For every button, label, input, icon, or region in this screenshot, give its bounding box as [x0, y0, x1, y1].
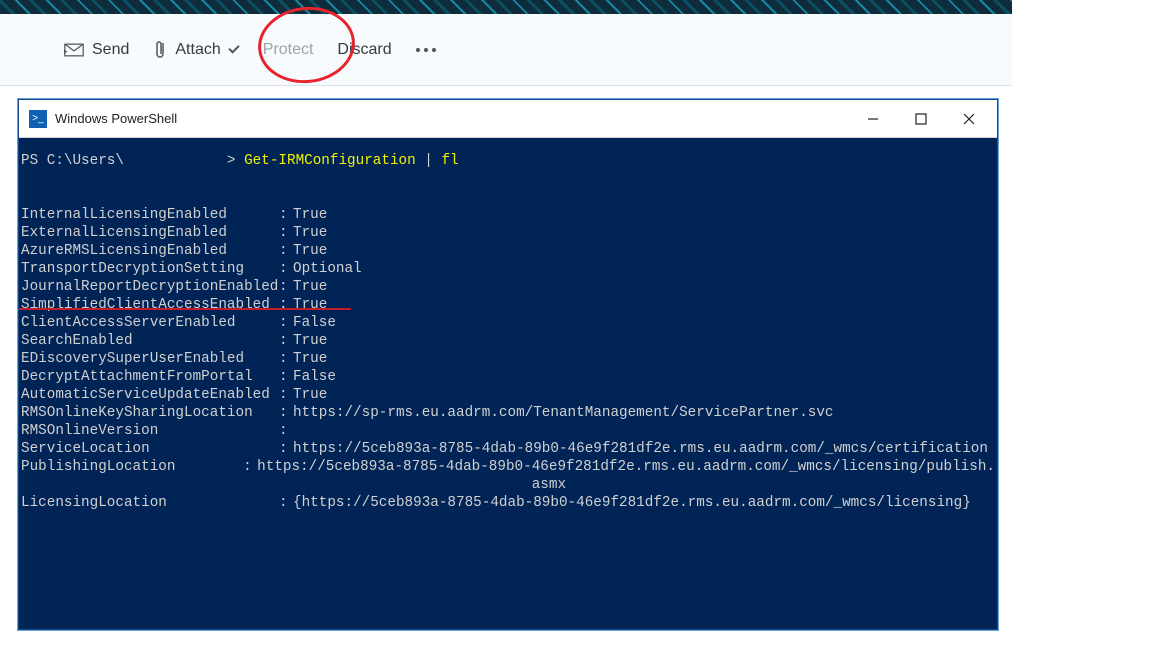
more-actions-button[interactable]	[416, 48, 436, 52]
output-key: ClientAccessServerEnabled	[21, 314, 279, 332]
output-value: True	[293, 332, 327, 350]
output-key: DecryptAttachmentFromPortal	[21, 368, 279, 386]
output-row: ExternalLicensingEnabled: True	[21, 224, 995, 242]
output-key: SearchEnabled	[21, 332, 279, 350]
send-label: Send	[92, 41, 129, 59]
output-key: SimplifiedClientAccessEnabled	[21, 296, 279, 314]
circuit-header-decoration	[0, 0, 1012, 14]
maximize-button[interactable]	[897, 100, 945, 138]
discard-button[interactable]: Discard	[337, 41, 391, 59]
output-row: TransportDecryptionSetting: Optional	[21, 260, 995, 278]
window-title: Windows PowerShell	[55, 111, 177, 126]
minimize-icon	[867, 113, 879, 125]
powershell-window: >_ Windows PowerShell PS C:\Users\ > Get…	[18, 99, 998, 630]
output-key: ServiceLocation	[21, 440, 279, 458]
output-row: AzureRMSLicensingEnabled: True	[21, 242, 995, 260]
output-key: EDiscoverySuperUserEnabled	[21, 350, 279, 368]
output-key: RMSOnlineKeySharingLocation	[21, 404, 279, 422]
protect-label: Protect	[263, 41, 314, 59]
output-value: https://5ceb893a-8785-4dab-89b0-46e9f281…	[293, 440, 988, 458]
protect-button[interactable]: Protect	[263, 41, 314, 59]
send-button[interactable]: Send	[64, 41, 129, 59]
send-icon	[64, 43, 84, 57]
output-key: PublishingLocation	[21, 458, 243, 494]
output-key: AutomaticServiceUpdateEnabled	[21, 386, 279, 404]
annotation-underline	[19, 308, 351, 310]
attach-label: Attach	[175, 41, 220, 59]
output-key: LicensingLocation	[21, 494, 279, 512]
output-value: True	[293, 278, 327, 296]
output-value: {https://5ceb893a-8785-4dab-89b0-46e9f28…	[293, 494, 971, 512]
output-row: AutomaticServiceUpdateEnabled: True	[21, 386, 995, 404]
prompt: PS C:\Users\ >	[21, 153, 244, 169]
page-scroll-region[interactable]: >_ Windows PowerShell PS C:\Users\ > Get…	[0, 86, 1012, 660]
output-row: ServiceLocation: https://5ceb893a-8785-4…	[21, 440, 995, 458]
output-key: RMSOnlineVersion	[21, 422, 279, 440]
output-block: InternalLicensingEnabled: TrueExternalLi…	[21, 206, 995, 512]
output-key: JournalReportDecryptionEnabled	[21, 278, 279, 296]
output-key: ExternalLicensingEnabled	[21, 224, 279, 242]
close-button[interactable]	[945, 100, 993, 138]
output-value: https://5ceb893a-8785-4dab-89b0-46e9f281…	[257, 458, 995, 494]
output-value: False	[293, 314, 336, 332]
more-icon	[416, 48, 436, 52]
output-row: LicensingLocation: {https://5ceb893a-878…	[21, 494, 995, 512]
output-row: JournalReportDecryptionEnabled: True	[21, 278, 995, 296]
output-value: True	[293, 350, 327, 368]
output-row: InternalLicensingEnabled: True	[21, 206, 995, 224]
output-row: ClientAccessServerEnabled: False	[21, 314, 995, 332]
powershell-icon: >_	[29, 110, 47, 128]
chevron-down-icon	[228, 42, 239, 53]
output-value: True	[293, 386, 327, 404]
output-row: SimplifiedClientAccessEnabled: True	[21, 296, 995, 314]
output-row: PublishingLocation: https://5ceb893a-878…	[21, 458, 995, 494]
output-row: DecryptAttachmentFromPortal: False	[21, 368, 995, 386]
output-row: EDiscoverySuperUserEnabled: True	[21, 350, 995, 368]
minimize-button[interactable]	[849, 100, 897, 138]
output-value: False	[293, 368, 336, 386]
output-value: True	[293, 206, 327, 224]
output-value: True	[293, 224, 327, 242]
output-row: RMSOnlineVersion:	[21, 422, 995, 440]
output-value: Optional	[293, 260, 362, 278]
close-icon	[963, 113, 975, 125]
output-key: TransportDecryptionSetting	[21, 260, 279, 278]
output-row: SearchEnabled: True	[21, 332, 995, 350]
output-key: InternalLicensingEnabled	[21, 206, 279, 224]
compose-toolbar: Send Attach Protect Discard	[0, 14, 1012, 86]
discard-label: Discard	[337, 41, 391, 59]
cmdlet-name: Get-IRMConfiguration	[244, 153, 416, 169]
cmdlet-name-2: fl	[441, 153, 458, 169]
paperclip-icon	[153, 39, 167, 61]
powershell-console[interactable]: PS C:\Users\ > Get-IRMConfiguration | fl…	[19, 138, 997, 629]
output-value: https://sp-rms.eu.aadrm.com/TenantManage…	[293, 404, 834, 422]
output-value: True	[293, 242, 327, 260]
output-row: RMSOnlineKeySharingLocation: https://sp-…	[21, 404, 995, 422]
attach-button[interactable]: Attach	[153, 39, 238, 61]
output-value: True	[293, 296, 327, 314]
output-key: AzureRMSLicensingEnabled	[21, 242, 279, 260]
maximize-icon	[915, 113, 927, 125]
window-titlebar[interactable]: >_ Windows PowerShell	[19, 100, 997, 138]
